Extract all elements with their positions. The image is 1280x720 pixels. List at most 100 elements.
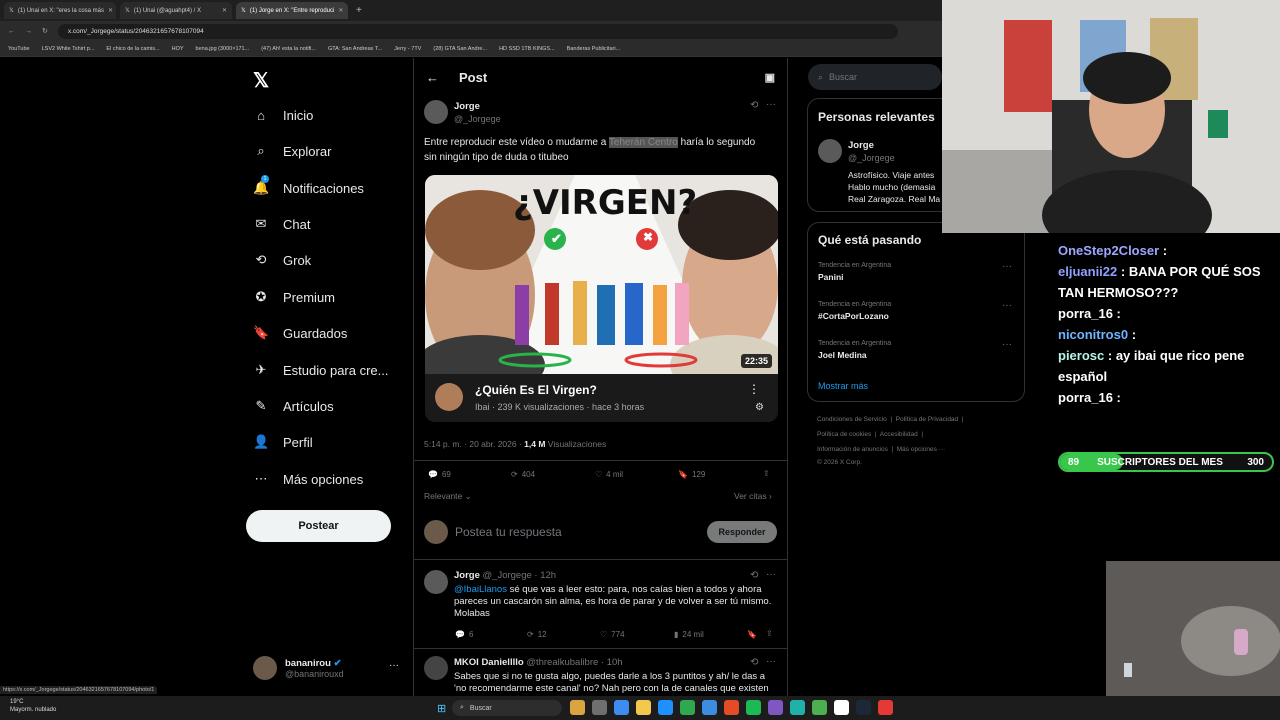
bookmark-item[interactable]: Jerry - 7TV — [394, 46, 421, 52]
taskbar-app-icon[interactable] — [746, 700, 761, 715]
more-icon[interactable]: ··· — [766, 99, 776, 110]
chat-username[interactable]: porra_16 — [1058, 306, 1113, 321]
more-icon[interactable]: ··· — [389, 660, 399, 671]
video-meta[interactable]: ¿Quién Es El Virgen? Ibai · 239 K visual… — [425, 374, 778, 422]
taskbar-app-icon[interactable] — [724, 700, 739, 715]
author-handle[interactable]: @_Jorgege — [454, 114, 501, 124]
like-stat[interactable]: ♡ 4 mil — [595, 470, 623, 479]
repost-stat[interactable]: ⟳ 12 — [527, 630, 547, 639]
post-button[interactable]: Postear — [246, 510, 391, 542]
x-logo-icon[interactable]: 𝕏 — [253, 68, 269, 93]
trend-item[interactable]: Tendencia en Argentina Joel Medina — [818, 340, 1018, 360]
bookmark-item[interactable]: YouTube — [8, 46, 30, 52]
nav-item-articles[interactable]: ✎ Artículos — [253, 395, 334, 417]
nav-item-explore[interactable]: ⌕ Explorar — [253, 140, 331, 162]
browser-tab-active[interactable]: 𝕏 (1) Jorge en X: "Entre reproduci ✕ — [236, 2, 348, 19]
nav-item-chat[interactable]: ✉ Chat — [253, 213, 311, 235]
bookmark-item[interactable]: (47) Ah! esta la notifi... — [261, 46, 316, 52]
chat-username[interactable]: porra_16 — [1058, 390, 1113, 405]
bookmark-stat[interactable]: 🔖 129 — [678, 470, 705, 479]
browser-tab[interactable]: 𝕏 (1) Unai en X: "eres la cosa más ✕ — [4, 2, 116, 19]
nav-item-grok[interactable]: ⟲ Grok — [253, 249, 312, 271]
nav-item-more-options[interactable]: ⋯ Más opciones — [253, 468, 364, 490]
grok-icon[interactable]: ⟲ — [750, 657, 758, 668]
reply-button[interactable]: Responder — [707, 521, 777, 543]
search-input[interactable]: ⌕ Buscar — [808, 64, 942, 90]
show-more-link[interactable]: Mostrar más — [818, 381, 868, 391]
nav-item-profile[interactable]: 👤 Perfil — [253, 431, 313, 453]
taskbar-search[interactable]: ⌕ Buscar — [452, 700, 562, 716]
like-stat[interactable]: ♡ 774 — [600, 630, 625, 639]
close-tab-icon[interactable]: ✕ — [222, 7, 227, 14]
taskbar-app-icon[interactable] — [614, 700, 629, 715]
taskbar-app-icon[interactable] — [768, 700, 783, 715]
taskbar-app-icon[interactable] — [636, 700, 651, 715]
bookmark-icon[interactable]: 🔖 — [747, 630, 757, 639]
taskbar-app-icon[interactable] — [592, 700, 607, 715]
bookmark-item[interactable]: bena.jpg (3000×171... — [196, 46, 250, 52]
chat-username[interactable]: pierosc — [1058, 348, 1104, 363]
grok-icon[interactable]: ⟲ — [750, 100, 758, 111]
bookmark-item[interactable]: (28) GTA San Andre... — [433, 46, 487, 52]
sort-dropdown[interactable]: Relevante ⌄ — [424, 491, 472, 502]
footer-link[interactable]: Condiciones de Servicio | Política de Pr… — [817, 416, 963, 423]
nav-item-creator-studio[interactable]: ✈ Estudio para cre... — [253, 359, 389, 381]
view-quotes-link[interactable]: Ver citas › — [734, 491, 772, 501]
bookmark-item[interactable]: HOY — [172, 46, 184, 52]
new-tab-icon[interactable]: + — [356, 5, 362, 16]
reply-stat[interactable]: 💬 6 — [455, 630, 473, 639]
trend-item[interactable]: Tendencia en Argentina Panini — [818, 262, 1018, 282]
chat-username[interactable]: OneStep2Closer — [1058, 243, 1159, 258]
account-switcher[interactable]: bananirou ✔ @bananirouxd — [253, 656, 344, 680]
share-icon[interactable]: ⇪ — [766, 629, 773, 638]
reply-avatar[interactable] — [424, 570, 448, 594]
close-tab-icon[interactable]: ✕ — [338, 7, 343, 14]
taskbar-app-icon[interactable] — [856, 700, 871, 715]
bookmark-item[interactable]: GTA: San Andreas T... — [328, 46, 382, 52]
weather-widget[interactable]: 19°C Mayorm. nublado — [10, 698, 56, 714]
reply-stat[interactable]: 💬 69 — [428, 470, 451, 479]
taskbar-app-icon[interactable] — [878, 700, 893, 715]
more-icon[interactable]: ··· — [766, 569, 776, 580]
back-arrow-icon[interactable]: ← — [426, 70, 439, 85]
reader-icon[interactable]: ▣ — [765, 71, 775, 84]
video-thumbnail[interactable]: ¿VIRGEN? ✔ ✖ 22:35 — [425, 175, 778, 374]
bookmark-item[interactable]: El chico de la camis... — [106, 46, 159, 52]
taskbar-app-icon[interactable] — [680, 700, 695, 715]
reply-avatar[interactable] — [424, 656, 448, 680]
taskbar-app-icon[interactable] — [790, 700, 805, 715]
taskbar-app-icon[interactable] — [570, 700, 585, 715]
person-name[interactable]: Jorge — [848, 140, 874, 151]
back-icon[interactable]: ← — [8, 28, 15, 35]
nav-item-bookmarks[interactable]: 🔖 Guardados — [253, 322, 347, 344]
bookmark-item[interactable]: HD SSD 1TB KINGS... — [499, 46, 555, 52]
chat-username[interactable]: niconitros0 — [1058, 327, 1128, 342]
trend-item[interactable]: Tendencia en Argentina #CortaPorLozano — [818, 301, 1018, 321]
footer-link[interactable]: Política de cookies | Accesibilidad | — [817, 431, 923, 438]
kebab-menu-icon[interactable]: ⋮ — [748, 382, 760, 396]
bookmark-item[interactable]: LSV2 White Tshirt p... — [42, 46, 95, 52]
chat-username[interactable]: eljuanii22 — [1058, 264, 1117, 279]
share-icon[interactable]: ⇪ — [763, 469, 770, 478]
author-avatar[interactable] — [424, 100, 448, 124]
views-stat[interactable]: ▮ 24 mil — [674, 630, 704, 639]
more-icon[interactable]: ··· — [766, 656, 776, 667]
reply-input[interactable]: Postea tu respuesta — [455, 525, 562, 539]
close-tab-icon[interactable]: ✕ — [108, 7, 113, 14]
bookmark-item[interactable]: Banderas Publicitari... — [567, 46, 621, 52]
settings-icon[interactable]: ⚙ — [755, 402, 764, 413]
more-icon[interactable]: ··· — [1002, 339, 1012, 350]
reload-icon[interactable]: ↻ — [42, 27, 48, 35]
taskbar-app-icon[interactable] — [812, 700, 827, 715]
browser-tab[interactable]: 𝕏 (1) Unai (@aguahpt4) / X ✕ — [120, 2, 232, 19]
person-avatar[interactable] — [818, 139, 842, 163]
url-field[interactable]: x.com/_Jorgege/status/204632165767810709… — [57, 23, 898, 39]
more-icon[interactable]: ··· — [1002, 300, 1012, 311]
windows-start-icon[interactable]: ⊞ — [437, 702, 446, 715]
forward-icon[interactable]: → — [25, 28, 32, 35]
nav-item-notifications[interactable]: 🔔 1 Notificaciones — [253, 175, 364, 199]
nav-item-home[interactable]: ⌂ Inicio — [253, 104, 313, 126]
taskbar-app-icon[interactable] — [658, 700, 673, 715]
repost-stat[interactable]: ⟳ 404 — [511, 470, 535, 479]
more-icon[interactable]: ··· — [1002, 261, 1012, 272]
